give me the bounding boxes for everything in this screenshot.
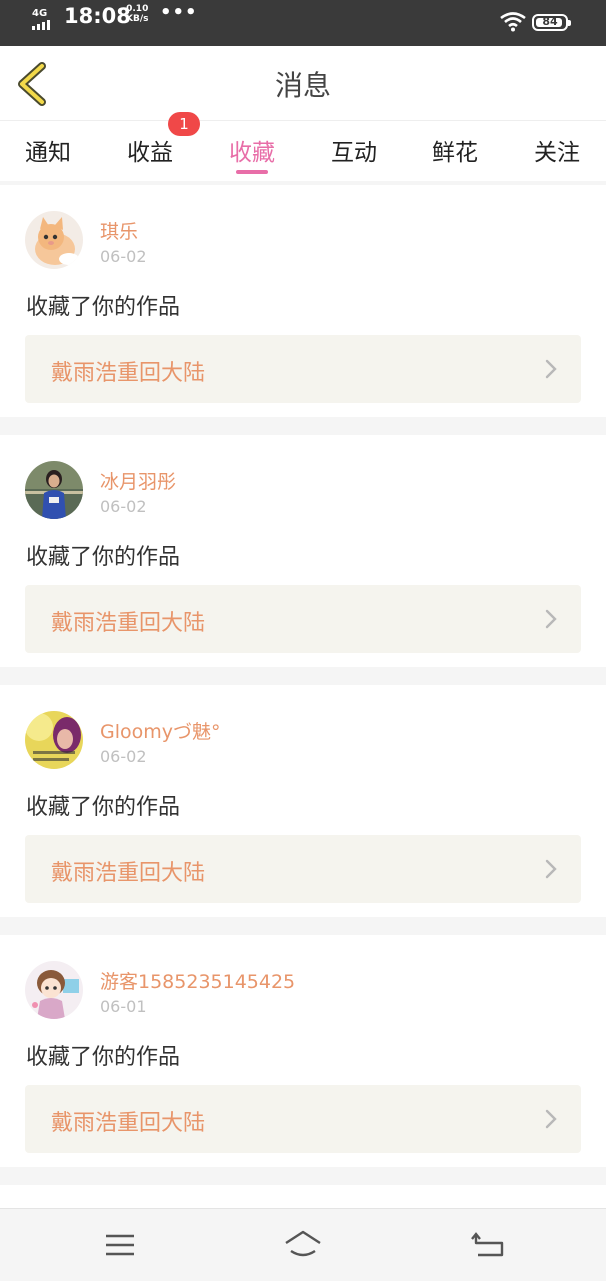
message-action: 收藏了你的作品: [26, 1045, 181, 1070]
more-notifications-icon: •••: [160, 2, 198, 23]
tab-bar: 通知 收益 收藏 互动 鲜花 关注: [0, 120, 606, 181]
speed-value: 0.10: [126, 4, 149, 14]
username[interactable]: 游客1585235145425: [100, 967, 295, 994]
message-action: 收藏了你的作品: [26, 295, 181, 320]
message-card: Gloomyづ魅° 06-02 收藏了你的作品 戴雨浩重回大陆: [0, 685, 606, 917]
header: 消息: [0, 46, 606, 120]
message-date: 06-02: [100, 747, 147, 766]
page-title: 消息: [274, 69, 331, 102]
status-bar: 4G 18:08 0.10 KB/s ••• 84: [0, 0, 606, 46]
message-card: [0, 1185, 606, 1208]
message-card: 游客1585235145425 06-01 收藏了你的作品 戴雨浩重回大陆: [0, 935, 606, 1167]
work-link[interactable]: 戴雨浩重回大陆: [25, 335, 581, 403]
username[interactable]: 琪乐: [100, 217, 138, 244]
signal-icon: [32, 20, 50, 30]
status-time: 18:08: [64, 4, 131, 28]
message-card: 冰月羽彤 06-02 收藏了你的作品 戴雨浩重回大陆: [0, 435, 606, 667]
message-date: 06-01: [100, 997, 147, 1016]
tab-favorites[interactable]: 收藏: [229, 133, 275, 167]
tab-flowers[interactable]: 鲜花: [432, 133, 478, 167]
home-icon[interactable]: [283, 1229, 323, 1261]
chevron-right-icon: [545, 609, 557, 629]
battery-icon: 84: [532, 14, 571, 31]
work-title: 戴雨浩重回大陆: [51, 611, 206, 636]
yellow-art-avatar[interactable]: [25, 711, 83, 769]
kitten-avatar[interactable]: [25, 211, 83, 269]
username[interactable]: 冰月羽彤: [100, 467, 176, 494]
message-date: 06-02: [100, 247, 147, 266]
active-tab-indicator: [236, 170, 268, 174]
system-nav-bar: [0, 1208, 606, 1281]
chevron-right-icon: [545, 359, 557, 379]
tab-earnings[interactable]: 收益: [127, 133, 173, 167]
chevron-right-icon: [545, 859, 557, 879]
message-card: 琪乐 06-02 收藏了你的作品 戴雨浩重回大陆: [0, 185, 606, 417]
network-speed: 0.10 KB/s: [126, 4, 148, 24]
message-action: 收藏了你的作品: [26, 545, 181, 570]
network-type: 4G: [32, 8, 48, 19]
tab-interaction[interactable]: 互动: [331, 133, 377, 167]
tab-notice[interactable]: 通知: [25, 133, 71, 167]
girl-photo-avatar[interactable]: [25, 461, 83, 519]
work-link[interactable]: 戴雨浩重回大陆: [25, 585, 581, 653]
chevron-right-icon: [545, 1109, 557, 1129]
work-link[interactable]: 戴雨浩重回大陆: [25, 1085, 581, 1153]
work-title: 戴雨浩重回大陆: [51, 1111, 206, 1136]
message-date: 06-02: [100, 497, 147, 516]
tab-follow[interactable]: 关注: [534, 133, 580, 167]
wifi-icon: [500, 12, 526, 32]
username[interactable]: Gloomyづ魅°: [100, 717, 221, 744]
earnings-badge: 1: [168, 112, 200, 136]
back-icon[interactable]: [468, 1229, 508, 1261]
menu-icon[interactable]: [100, 1229, 140, 1261]
anime-avatar[interactable]: [25, 961, 83, 1019]
battery-level: 84: [542, 15, 558, 28]
message-action: 收藏了你的作品: [26, 795, 181, 820]
work-title: 戴雨浩重回大陆: [51, 361, 206, 386]
speed-unit: KB/s: [126, 14, 149, 24]
work-title: 戴雨浩重回大陆: [51, 861, 206, 886]
work-link[interactable]: 戴雨浩重回大陆: [25, 835, 581, 903]
